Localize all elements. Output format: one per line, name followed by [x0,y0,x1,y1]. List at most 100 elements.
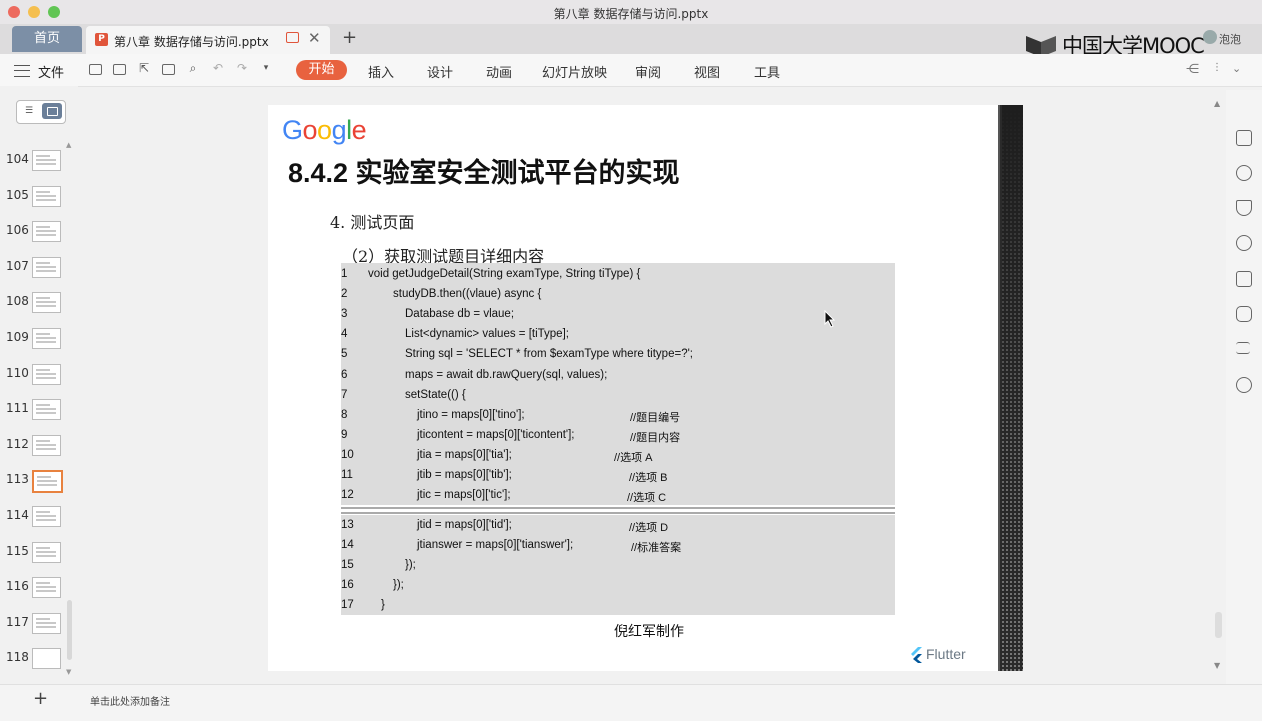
code-line-text: String sql = 'SELECT * from $examType wh… [405,348,693,360]
export-icon[interactable]: ⇱ [137,62,151,75]
code-block[interactable]: 1 void getJudgeDetail(String examType, St… [341,263,895,615]
customize-icon[interactable]: ▾ [259,62,273,75]
slide-author[interactable]: 倪红军制作 [614,621,684,641]
slide-thumbnail[interactable] [32,186,61,207]
screen-icon[interactable] [286,32,299,43]
code-line: 6 maps = await db.rawQuery(sql, values); [341,369,895,387]
notes-placeholder[interactable]: 单击此处添加备注 [90,693,170,708]
slide-number: 105 [6,188,29,202]
slide-thumbnail[interactable] [32,150,61,171]
code-line: 11 jtib = maps[0]['tib']; //选项 B [341,469,895,487]
code-line-number: 13 [341,519,354,531]
shapes-icon[interactable] [1236,165,1252,181]
ribbon-tab-insert[interactable]: 插入 [368,62,394,81]
share-icon[interactable]: ⋲ [1186,62,1199,77]
username[interactable]: 泡泡 [1219,31,1241,47]
code-line-number: 2 [341,288,348,300]
redo-icon[interactable]: ↷ [235,62,249,75]
thumbnail-line [36,622,56,624]
slide-thumbnail[interactable] [32,470,63,493]
ribbon-tab-tools[interactable]: 工具 [754,62,780,81]
slide-thumbnail[interactable] [32,328,61,349]
save-icon[interactable] [113,64,126,75]
close-tab-icon[interactable]: ✕ [308,29,321,47]
thumbnail-line [36,337,56,339]
menu-icon[interactable] [14,65,30,77]
scroll-up-arrow[interactable]: ▲ [1214,99,1220,108]
main-toolbar: 文件 ⇱ ⌕ ↶ ↷ ▾ 插入 设计 动画 幻灯片放映 审阅 视图 工具 ⋲ ⋮… [0,54,1262,87]
code-line-number: 16 [341,579,354,591]
ribbon-tab-review[interactable]: 审阅 [635,62,661,81]
thumbnail-line [36,515,56,517]
thumbnail-line [36,297,50,299]
print-preview-icon[interactable]: ⌕ [186,62,200,75]
file-menu[interactable]: 文件 [38,62,64,81]
ribbon-tab-view[interactable]: 视图 [694,62,720,81]
tab-document-label: 第八章 数据存储与访问.pptx [114,35,269,49]
vertical-scrollbar-thumb[interactable] [1215,612,1222,638]
undo-icon[interactable]: ↶ [211,62,225,75]
ribbon-tab-slideshow[interactable]: 幻灯片放映 [542,62,607,81]
ribbon-tab-home[interactable]: 开始 [296,60,347,80]
more-icon[interactable]: ⋮ [1212,62,1222,73]
slide-thumbnail[interactable] [32,257,61,278]
shield-icon[interactable] [1236,235,1252,251]
chevron-down-icon[interactable]: ⌄ [1232,62,1241,75]
slide-panel-scroll-up[interactable]: ▲ [66,141,71,149]
ribbon-tab-design[interactable]: 设计 [427,62,453,81]
slide-title[interactable]: 8.4.2 实验室安全测试平台的实现 [288,151,680,190]
code-line-number: 1 [341,268,348,280]
slide-panel-scroll-down[interactable]: ▼ [66,668,71,676]
fill-icon[interactable] [1236,200,1252,216]
code-line-comment: //选项 A [614,452,653,464]
code-line: 7 setState(() { [341,389,895,407]
print-icon[interactable] [162,64,175,75]
new-tab-button[interactable]: + [342,27,357,48]
code-line-text: jtianswer = maps[0]['tianswer']; [417,539,574,551]
add-slide-button[interactable]: + [33,688,48,709]
slide-thumbnail[interactable] [32,613,61,634]
avatar[interactable] [1203,30,1217,44]
slide-number: 116 [6,579,29,593]
slide-thumbnail[interactable] [32,648,61,669]
thumbnail-view-icon[interactable] [42,103,62,119]
code-line-text: }); [405,559,416,571]
slide-thumbnail[interactable] [32,399,61,420]
slide-thumbnail[interactable] [32,221,61,242]
slide-canvas[interactable]: Google 8.4.2 实验室安全测试平台的实现 4. 测试页面 （2）获取测… [268,105,998,671]
slide-panel-scrollbar[interactable] [67,600,72,660]
scroll-down-arrow[interactable]: ▼ [1214,661,1220,670]
status-bar [0,684,1262,721]
code-line-comment: //题目编号 [630,412,681,424]
thumbnail-line [37,484,57,486]
slide-thumbnail[interactable] [32,364,61,385]
thumbnail-line [36,230,56,232]
slide-thumbnail[interactable] [32,577,61,598]
thumbnail-line [36,626,56,628]
ribbon-tab-animation[interactable]: 动画 [486,62,512,81]
slide-subheading-1[interactable]: 4. 测试页面 [330,209,414,233]
thumbnail-line [36,226,50,228]
code-line-number: 8 [341,409,348,421]
outline-view-icon[interactable]: ☰ [20,104,38,118]
tab-home[interactable]: 首页 [12,26,82,52]
layout-icon[interactable] [1236,130,1252,146]
thumbnail-line [36,305,56,307]
slides-icon[interactable] [1236,271,1252,287]
thumbnail-line [36,511,50,513]
slide-thumbnail[interactable] [32,542,61,563]
settings-sliders-icon[interactable] [1236,342,1250,354]
tab-document[interactable]: P 第八章 数据存储与访问.pptx ✕ [86,26,330,54]
magic-icon[interactable] [1236,306,1252,322]
view-toggle[interactable]: ☰ [16,100,66,124]
code-line: 8 jtino = maps[0]['tino']; //题目编号 [341,409,895,427]
code-line-text: List<dynamic> values = [tiType]; [405,328,569,340]
slide-number: 107 [6,259,29,273]
slide-thumbnail[interactable] [32,292,61,313]
window-titlebar: 第八章 数据存储与访问.pptx [0,0,1262,25]
history-icon[interactable] [1236,377,1252,393]
slide-thumbnail[interactable] [32,506,61,527]
thumbnail-line [36,519,56,521]
slide-thumbnail[interactable] [32,435,61,456]
open-icon[interactable] [89,64,102,75]
